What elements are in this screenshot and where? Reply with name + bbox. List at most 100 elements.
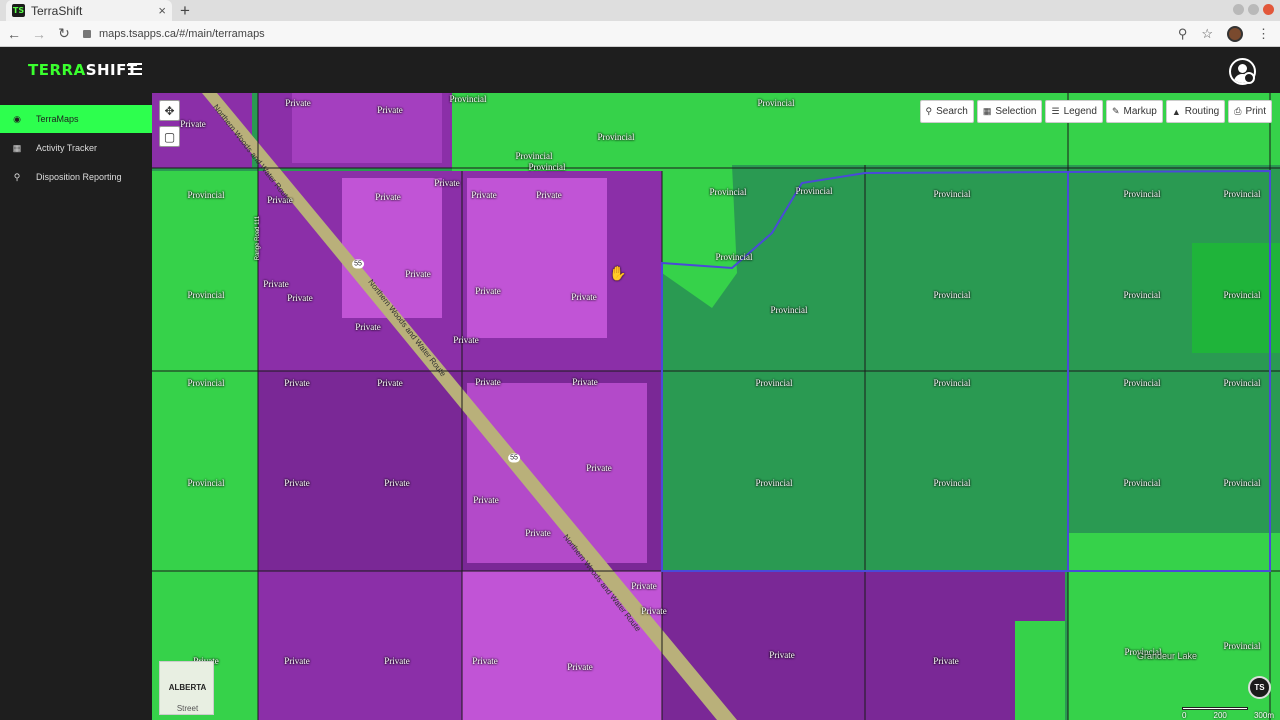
markup-button[interactable]: ✎ Markup (1105, 100, 1163, 123)
parcel-label: Private (769, 650, 795, 660)
url-text: maps.tsapps.ca/#/main/terramaps (99, 27, 265, 40)
parcel-label: Provincial (449, 94, 487, 104)
parcel-label: Private (536, 190, 562, 200)
road-icon: ▲ (1171, 106, 1181, 117)
provincial-parcel (1015, 621, 1065, 720)
sidebar-item-label: Activity Tracker (36, 143, 98, 153)
parcel-label: Private (263, 279, 289, 289)
parcel-label: Provincial (757, 98, 795, 108)
window-controls (1233, 4, 1274, 15)
sidebar-item-terramaps[interactable]: ◉ TerraMaps (0, 105, 152, 133)
parcel-label: Provincial (1223, 189, 1261, 199)
routing-button-label: Routing (1184, 106, 1220, 117)
terrashift-logo[interactable]: TERRASHIFT (28, 61, 138, 79)
lake-label: Grandeur Lake (1136, 651, 1198, 661)
key-icon[interactable]: ⚲ (1178, 26, 1188, 42)
tab-close-icon[interactable]: × (158, 3, 166, 18)
parcel-label: Private (453, 335, 479, 345)
parcel-label: Provincial (515, 151, 553, 161)
scale-bar: 0 200 300m (1182, 704, 1274, 720)
zoom-box-icon[interactable]: ▢ (159, 126, 180, 147)
parcel-label: Private (472, 656, 498, 666)
search-icon: ⚲ (13, 171, 21, 182)
parcel-label: Private (284, 656, 310, 666)
parcel-label: Private (287, 293, 313, 303)
forward-arrow-icon[interactable]: → (28, 26, 50, 42)
parcel-label: Provincial (1223, 641, 1261, 651)
parcel-label: Private (434, 178, 460, 188)
parcel-label: Provincial (1123, 290, 1161, 300)
selection-button-label: Selection (995, 106, 1037, 117)
parcel-label: Private (641, 606, 667, 616)
settings-gear-icon[interactable] (1243, 72, 1255, 84)
close-window-button[interactable] (1263, 4, 1274, 15)
new-tab-button[interactable]: + (180, 1, 190, 21)
browser-tab[interactable]: TS TerraShift × (6, 0, 172, 21)
parcel-label: Provincial (933, 189, 971, 199)
parcel-label: Provincial (933, 378, 971, 388)
parcel-label: Provincial (709, 187, 747, 197)
basemap-style: Street (176, 704, 199, 713)
parcel-label: Private (405, 269, 431, 279)
terrashift-badge[interactable]: TS (1248, 676, 1271, 699)
sidebar: ◉ TerraMaps ▦ Activity Tracker ⚲ Disposi… (0, 93, 152, 720)
print-button[interactable]: ⎙ Print (1228, 100, 1272, 123)
sidebar-item-label: TerraMaps (36, 114, 79, 124)
search-button-label: Search (936, 106, 968, 117)
parcel-label: Private (572, 377, 598, 387)
routing-button[interactable]: ▲ Routing (1165, 100, 1226, 123)
sidebar-item-disposition-reporting[interactable]: ⚲ Disposition Reporting (0, 163, 152, 191)
parcel-label: Private (377, 378, 403, 388)
parcel-label: Private (475, 286, 501, 296)
private-parcel (258, 371, 462, 571)
minimize-button[interactable] (1233, 4, 1244, 15)
browser-menu-icon[interactable]: ⋮ (1257, 26, 1270, 42)
pan-move-icon[interactable]: ✥ (159, 100, 180, 121)
private-parcel (467, 178, 607, 338)
bookmark-star-icon[interactable]: ☆ (1201, 26, 1213, 42)
parcel-label: Provincial (1223, 290, 1261, 300)
map-canvas[interactable]: Private Private Private Provincial Provi… (152, 93, 1280, 720)
parcel-label: Provincial (1223, 378, 1261, 388)
parcel-label: Provincial (597, 132, 635, 142)
highway-shield-icon: 55 (508, 453, 520, 463)
parcel-label: Private (586, 463, 612, 473)
browser-profile-avatar[interactable] (1227, 25, 1243, 42)
search-icon: ⚲ (925, 106, 933, 116)
parcel-label: Private (377, 105, 403, 115)
parcel-label: Provincial (770, 305, 808, 315)
sidebar-item-activity-tracker[interactable]: ▦ Activity Tracker (0, 134, 152, 162)
selection-button[interactable]: ▦ Selection (976, 100, 1043, 123)
private-parcel (662, 571, 865, 720)
url-field[interactable]: maps.tsapps.ca/#/main/terramaps (83, 28, 1178, 40)
printer-icon: ⎙ (1234, 106, 1242, 116)
back-arrow-icon[interactable]: ← (3, 26, 25, 42)
parcel-label: Provincial (755, 378, 793, 388)
parcel-label: Provincial (187, 290, 225, 300)
scale-label: 200 (1213, 711, 1227, 720)
tab-title: TerraShift (31, 3, 83, 18)
basemap-switcher[interactable]: ALBERTA Street (159, 661, 214, 715)
parcel-label: Private (284, 378, 310, 388)
globe-icon: ◉ (13, 113, 21, 124)
parcel-label: Private (384, 656, 410, 666)
private-parcel (462, 571, 662, 720)
maximize-button[interactable] (1248, 4, 1259, 15)
parcel-label: Provincial (1223, 478, 1261, 488)
hand-cursor-icon: ✋ (609, 265, 627, 281)
parcel-label: Private (180, 119, 206, 129)
legend-button[interactable]: ☰ Legend (1045, 100, 1103, 123)
parcel-label: Private (284, 478, 310, 488)
reload-icon[interactable]: ↻ (53, 25, 75, 42)
map-toolbar: ⚲ Search ▦ Selection ☰ Legend ✎ Markup ▲ Rout… (919, 100, 1272, 123)
pencil-icon: ✎ (1111, 106, 1120, 116)
private-parcel (258, 571, 462, 720)
parcel-label: Private (571, 292, 597, 302)
menu-hamburger-icon[interactable] (128, 63, 142, 78)
parcel-label: Private (285, 98, 311, 108)
logo-terra: TERRA (28, 61, 86, 79)
private-parcel (292, 93, 442, 163)
basemap-name: ALBERTA (168, 683, 207, 692)
parcel-label: Provincial (187, 378, 225, 388)
search-button[interactable]: ⚲ Search (919, 100, 974, 123)
